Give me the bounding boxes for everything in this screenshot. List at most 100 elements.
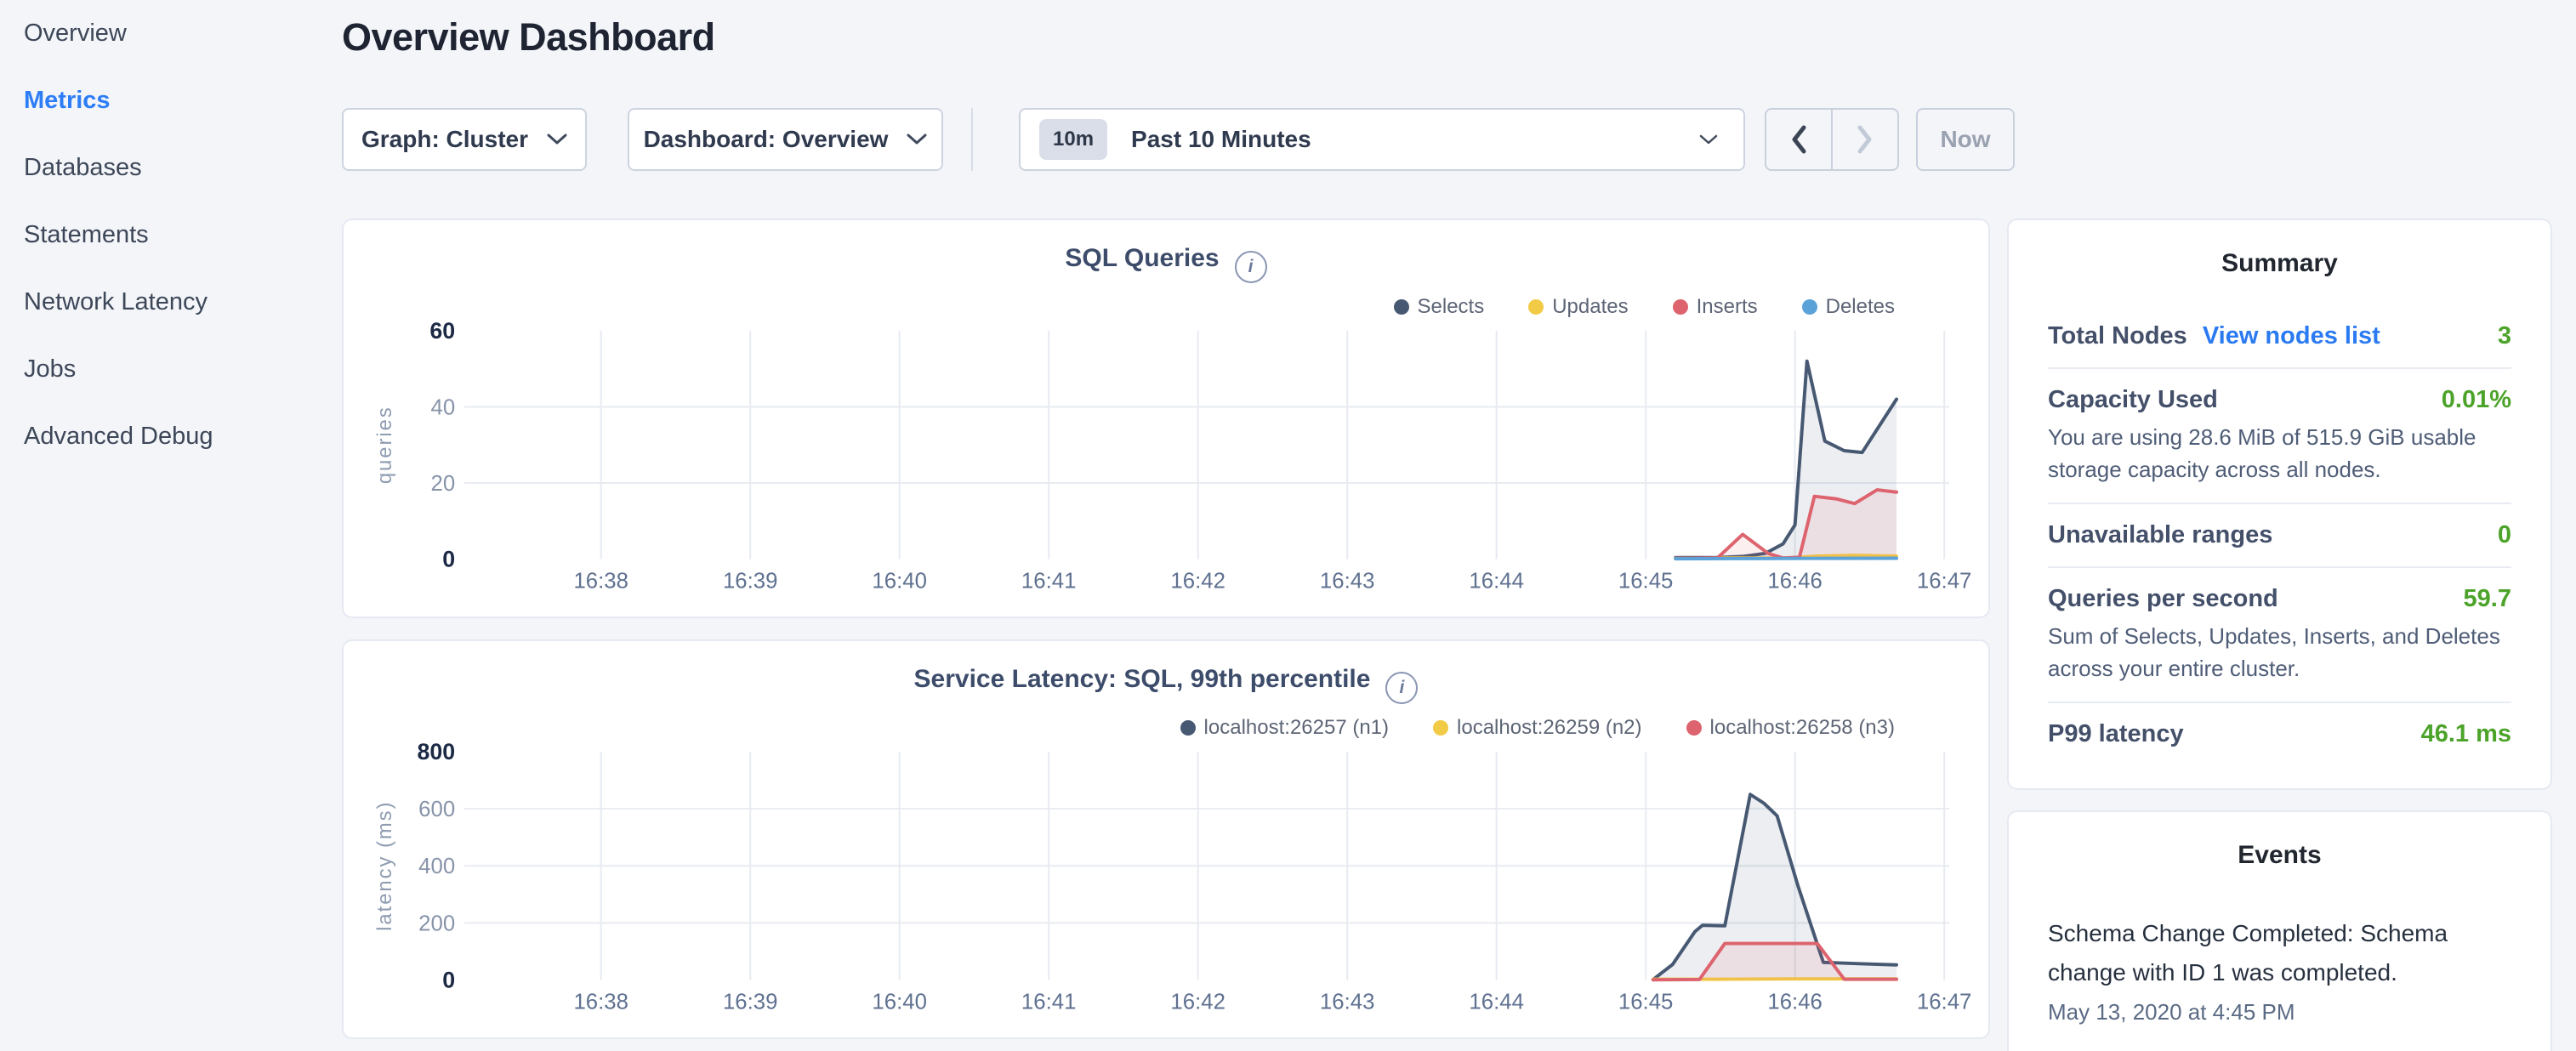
view-nodes-link[interactable]: View nodes list bbox=[2203, 322, 2380, 350]
svg-text:800: 800 bbox=[418, 739, 456, 764]
now-button[interactable]: Now bbox=[1916, 108, 2015, 171]
svg-text:0: 0 bbox=[442, 547, 455, 572]
summary-row-label: Total Nodes bbox=[2048, 322, 2187, 350]
legend-item-deletes[interactable]: Deletes bbox=[1802, 295, 1895, 319]
summary-row: Total Nodes View nodes list 3 bbox=[2048, 322, 2511, 350]
sidebar-item-databases[interactable]: Databases bbox=[24, 134, 313, 202]
graph-dropdown-label: Graph: Cluster bbox=[361, 126, 528, 153]
sidebar: OverviewMetricsDatabasesStatementsNetwor… bbox=[24, 0, 313, 470]
controls-row: Graph: Cluster Dashboard: Overview 10m P… bbox=[342, 108, 2015, 171]
svg-text:16:45: 16:45 bbox=[1618, 990, 1673, 1014]
svg-text:16:38: 16:38 bbox=[573, 569, 628, 593]
service-latency-chart-card: Service Latency: SQL, 99th percentile i l… bbox=[342, 639, 1990, 1039]
summary-title: Summary bbox=[2048, 249, 2511, 278]
time-range-dropdown[interactable]: 10m Past 10 Minutes bbox=[1019, 108, 1745, 171]
page-title: Overview Dashboard bbox=[342, 15, 715, 60]
legend-dot-icon bbox=[1802, 299, 1817, 315]
svg-text:0: 0 bbox=[442, 968, 455, 993]
sidebar-item-overview[interactable]: Overview bbox=[24, 0, 313, 67]
summary-row-line: P99 latency 46.1 ms bbox=[2048, 720, 2511, 748]
summary-row-label: P99 latency bbox=[2048, 720, 2184, 748]
sidebar-item-network-latency[interactable]: Network Latency bbox=[24, 269, 313, 336]
chart-title-row: SQL Queries i bbox=[344, 244, 1988, 283]
chart-legend: Selects Updates Inserts Deletes bbox=[1394, 295, 1896, 319]
sidebar-item-statements[interactable]: Statements bbox=[24, 202, 313, 269]
svg-text:queries: queries bbox=[373, 406, 396, 484]
time-step-buttons bbox=[1765, 108, 1899, 171]
svg-text:16:47: 16:47 bbox=[1917, 569, 1971, 593]
chevron-left-icon bbox=[1790, 125, 1807, 154]
svg-text:60: 60 bbox=[429, 318, 455, 344]
sql-queries-chart-card: SQL Queries i Selects Updates Inserts Delete… bbox=[342, 219, 1990, 618]
dashboard-dropdown[interactable]: Dashboard: Overview bbox=[628, 108, 943, 171]
summary-row: P99 latency 46.1 ms bbox=[2048, 720, 2511, 748]
summary-row-line: Unavailable ranges 0 bbox=[2048, 521, 2511, 549]
legend-label: Selects bbox=[1418, 295, 1485, 319]
info-icon[interactable]: i bbox=[1235, 251, 1267, 283]
divider bbox=[2048, 503, 2511, 504]
legend-label: Updates bbox=[1552, 295, 1628, 319]
legend-item-selects[interactable]: Selects bbox=[1394, 295, 1485, 319]
divider bbox=[2048, 367, 2511, 369]
chart-title: SQL Queries bbox=[1065, 244, 1219, 272]
legend-item-localhost-26258-n3-[interactable]: localhost:26258 (n3) bbox=[1686, 716, 1895, 740]
time-next-button[interactable] bbox=[1831, 110, 1897, 169]
time-prev-button[interactable] bbox=[1766, 110, 1831, 169]
chevron-down-icon bbox=[547, 134, 567, 145]
svg-text:600: 600 bbox=[418, 798, 455, 821]
info-icon[interactable]: i bbox=[1385, 672, 1418, 704]
svg-text:16:46: 16:46 bbox=[1767, 990, 1822, 1014]
sidebar-item-jobs[interactable]: Jobs bbox=[24, 336, 313, 403]
sidebar-item-metrics[interactable]: Metrics bbox=[24, 67, 313, 134]
svg-text:16:39: 16:39 bbox=[723, 569, 777, 593]
summary-row-description: Sum of Selects, Updates, Inserts, and De… bbox=[2048, 620, 2511, 685]
divider bbox=[971, 108, 973, 171]
svg-text:latency (ms): latency (ms) bbox=[373, 801, 396, 931]
svg-text:16:44: 16:44 bbox=[1469, 569, 1523, 593]
summary-row-description: You are using 28.6 MiB of 515.9 GiB usab… bbox=[2048, 421, 2511, 486]
chevron-down-icon bbox=[1699, 134, 1718, 145]
summary-row-line: Queries per second59.7 bbox=[2048, 585, 2511, 613]
svg-text:16:41: 16:41 bbox=[1021, 990, 1076, 1014]
chevron-down-icon bbox=[907, 134, 927, 145]
chart-title: Service Latency: SQL, 99th percentile bbox=[914, 665, 1371, 693]
summary-row-label: Queries per second bbox=[2048, 585, 2278, 613]
legend-label: Inserts bbox=[1697, 295, 1758, 319]
summary-row-value: 0 bbox=[2498, 521, 2511, 549]
legend-item-updates[interactable]: Updates bbox=[1528, 295, 1628, 319]
svg-text:200: 200 bbox=[418, 912, 455, 935]
events-panel: Events Schema Change Completed: Schema c… bbox=[2007, 810, 2552, 1051]
legend-dot-icon bbox=[1394, 299, 1409, 315]
legend-item-inserts[interactable]: Inserts bbox=[1673, 295, 1758, 319]
summary-row-value: 3 bbox=[2498, 322, 2511, 350]
summary-row-line: Capacity Used0.01% bbox=[2048, 386, 2511, 414]
legend-item-localhost-26259-n2-[interactable]: localhost:26259 (n2) bbox=[1433, 716, 1641, 740]
legend-dot-icon bbox=[1686, 720, 1702, 736]
summary-row-value: 0.01% bbox=[2442, 386, 2511, 414]
chart-legend: localhost:26257 (n1) localhost:26259 (n2)… bbox=[1180, 716, 1895, 740]
summary-row-value: 46.1 ms bbox=[2421, 720, 2511, 748]
summary-panel: Summary Total Nodes View nodes list 3 Capac… bbox=[2007, 219, 2552, 790]
summary-row: Capacity Used0.01% You are using 28.6 MiB… bbox=[2048, 386, 2511, 486]
legend-label: localhost:26257 (n1) bbox=[1204, 716, 1389, 740]
sidebar-item-advanced-debug[interactable]: Advanced Debug bbox=[24, 403, 313, 470]
summary-row-label: Unavailable ranges bbox=[2048, 521, 2272, 549]
summary-row-line: Total Nodes View nodes list 3 bbox=[2048, 322, 2511, 350]
svg-text:16:40: 16:40 bbox=[872, 990, 926, 1014]
dashboard-dropdown-label: Dashboard: Overview bbox=[644, 126, 889, 153]
legend-item-localhost-26257-n1-[interactable]: localhost:26257 (n1) bbox=[1180, 716, 1389, 740]
svg-text:16:47: 16:47 bbox=[1917, 990, 1971, 1014]
svg-text:16:39: 16:39 bbox=[723, 990, 777, 1014]
svg-text:16:42: 16:42 bbox=[1170, 990, 1225, 1014]
app-root: OverviewMetricsDatabasesStatementsNetwor… bbox=[0, 0, 2576, 1051]
svg-text:16:46: 16:46 bbox=[1767, 569, 1822, 593]
legend-dot-icon bbox=[1433, 720, 1448, 736]
events-list: Schema Change Completed: Schema change w… bbox=[2048, 914, 2511, 1025]
divider bbox=[2048, 566, 2511, 568]
graph-dropdown[interactable]: Graph: Cluster bbox=[342, 108, 587, 171]
svg-text:40: 40 bbox=[431, 395, 456, 419]
summary-row: Unavailable ranges 0 bbox=[2048, 521, 2511, 549]
summary-row: Queries per second59.7 Sum of Selects, Up… bbox=[2048, 585, 2511, 685]
svg-text:16:42: 16:42 bbox=[1170, 569, 1225, 593]
svg-text:16:40: 16:40 bbox=[872, 569, 926, 593]
